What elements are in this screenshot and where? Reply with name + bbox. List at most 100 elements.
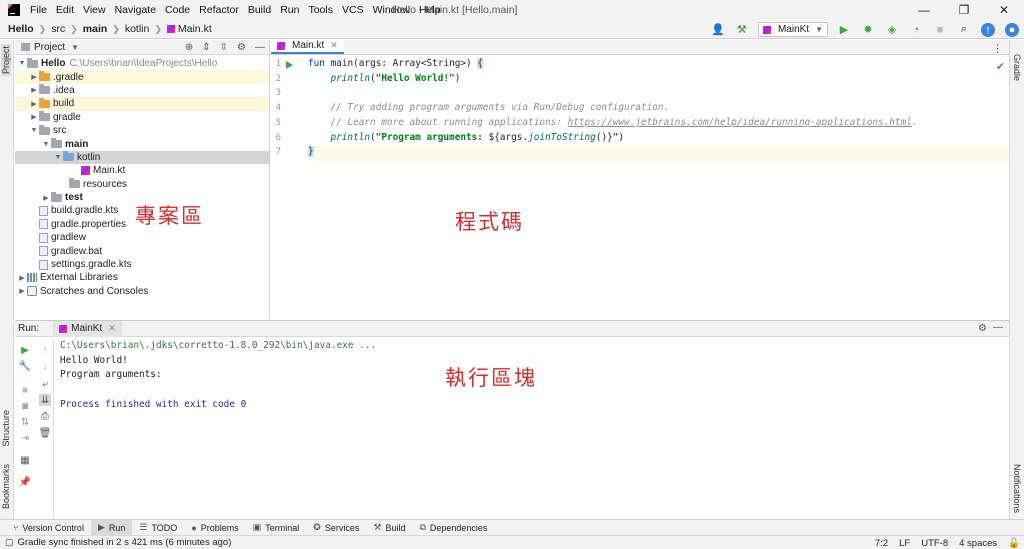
menu-view[interactable]: View <box>83 4 106 16</box>
minimize-button[interactable]: — <box>904 0 944 20</box>
wrench-icon[interactable]: 🔧 <box>19 360 31 372</box>
scroll-to-end-icon[interactable]: ⇊ <box>39 394 51 406</box>
stop-icon[interactable]: ■ <box>933 23 947 37</box>
menu-file[interactable]: File <box>30 4 47 16</box>
tree-item-hello[interactable]: ▼ Hello C:\Users\brian\IdeaProjects\Hello <box>15 57 269 70</box>
breadcrumb-item-main[interactable]: main <box>83 23 108 35</box>
tab-dependencies[interactable]: ⧉ Dependencies <box>412 520 494 536</box>
project-tool-tab[interactable]: Project <box>1 44 11 77</box>
run-tab-mainkt[interactable]: MainKt ✕ <box>53 320 122 337</box>
tab-services[interactable]: ✪ Services <box>306 520 366 536</box>
breadcrumb-item-main-kt[interactable]: Main.kt <box>178 23 212 35</box>
menu-edit[interactable]: Edit <box>56 4 74 16</box>
menu-run[interactable]: Run <box>280 4 299 16</box>
structure-tool-tab[interactable]: Structure <box>1 410 11 447</box>
editor-tab-main-kt[interactable]: Main.kt ✕ <box>271 39 344 54</box>
stop-icon[interactable]: ■ <box>19 384 31 396</box>
tree-item-idea[interactable]: ▶ .idea <box>15 84 269 97</box>
profile-icon[interactable]: ◔ <box>909 23 923 37</box>
hide-icon[interactable]: — <box>255 42 265 53</box>
close-icon[interactable]: ✕ <box>108 323 116 334</box>
line-separator[interactable]: LF <box>899 538 910 549</box>
locate-icon[interactable]: ⊕ <box>185 42 193 53</box>
search-icon[interactable]: ⌕ <box>957 23 971 37</box>
code-line-1: fun main(args: Array<String>) { <box>308 58 1009 73</box>
build-hammer-icon[interactable]: ⚒ <box>735 23 749 37</box>
tree-item-resources[interactable]: resources <box>15 178 269 191</box>
tab-build[interactable]: ⚒ Build <box>366 520 412 536</box>
menu-tools[interactable]: Tools <box>308 4 333 16</box>
menu-build[interactable]: Build <box>248 4 271 16</box>
down-arrow-icon[interactable]: ↓ <box>39 360 51 372</box>
caret-position[interactable]: 7:2 <box>875 538 888 549</box>
tab-terminal[interactable]: ▣ Terminal <box>246 520 307 536</box>
update-icon[interactable]: ↑ <box>981 22 995 37</box>
tree-item-gradle[interactable]: ▶ gradle <box>15 111 269 124</box>
console-output[interactable]: C:\Users\brian\.jdks\corretto-1.8.0_292\… <box>60 340 376 413</box>
tree-item-settings-gradle-kts[interactable]: settings.gradle.kts <box>15 258 269 271</box>
collapse-all-icon[interactable]: ⇳ <box>220 42 228 53</box>
tree-item-main[interactable]: ▼ main <box>15 137 269 150</box>
gear-icon[interactable]: ⚙ <box>237 42 246 53</box>
run-configuration-select[interactable]: MainKt ▼ <box>757 22 828 37</box>
tree-item-external-libraries[interactable]: ▶ External Libraries <box>15 271 269 284</box>
close-button[interactable]: ✕ <box>984 0 1024 20</box>
tree-item-main-kt[interactable]: Main.kt <box>15 164 269 177</box>
close-icon[interactable]: ✕ <box>330 40 338 51</box>
file-encoding[interactable]: UTF-8 <box>921 538 948 549</box>
right-tool-stripe: Gradle Notifications <box>1009 40 1024 519</box>
tree-item-src[interactable]: ▼ src <box>15 124 269 137</box>
jetbrains-logo-icon[interactable]: ● <box>1005 22 1019 37</box>
debug-icon[interactable]: ✹ <box>861 23 875 37</box>
hide-icon[interactable]: — <box>993 322 1003 333</box>
layout-icon[interactable]: ▦ <box>19 454 31 466</box>
tree-item-gradlew[interactable]: gradlew <box>15 231 269 244</box>
tab-run[interactable]: ▶ Run <box>90 519 133 536</box>
gear-icon[interactable]: ⚙ <box>978 323 987 334</box>
lock-icon[interactable]: 🔓 <box>1008 538 1020 549</box>
soft-wrap-icon[interactable]: ⤶ <box>39 378 51 390</box>
menu-refactor[interactable]: Refactor <box>199 4 239 16</box>
exit-icon[interactable]: ⇥ <box>19 432 31 444</box>
print-icon[interactable]: ⎙ <box>39 410 51 422</box>
kotlin-config-icon <box>762 25 771 34</box>
comment-link[interactable]: https://www.jetbrains.com/help/idea/runn… <box>568 117 912 128</box>
up-arrow-icon[interactable]: ↑ <box>39 344 51 356</box>
camera-icon[interactable]: ◙ <box>19 400 31 412</box>
status-message[interactable]: Gradle sync finished in 2 s 421 ms (6 mi… <box>18 537 232 548</box>
notifications-tool-tab[interactable]: Notifications <box>1012 464 1022 513</box>
breadcrumb-item-hello[interactable]: Hello <box>8 23 34 35</box>
bookmarks-tool-tab[interactable]: Bookmarks <box>1 464 11 509</box>
tab-todo[interactable]: ☰ TODO <box>132 520 184 536</box>
more-icon[interactable]: ⋮ <box>992 42 1003 55</box>
tree-item-gradle-dir[interactable]: ▶ .gradle <box>15 70 269 84</box>
maximize-button[interactable]: ❐ <box>944 0 984 20</box>
trash-icon[interactable]: 🗑 <box>39 427 52 439</box>
menu-vcs[interactable]: VCS <box>342 4 364 16</box>
dump-threads-icon[interactable]: ⇅ <box>19 416 31 428</box>
coverage-icon[interactable]: ◈ <box>885 23 899 37</box>
tree-item-gradlew-bat[interactable]: gradlew.bat <box>15 244 269 257</box>
chevron-down-icon[interactable]: ▼ <box>71 43 79 52</box>
tree-item-build[interactable]: ▶ build <box>15 97 269 111</box>
rerun-icon[interactable]: ▶ <box>19 344 31 356</box>
user-icon[interactable]: 👤 <box>711 23 725 37</box>
tab-version-control[interactable]: ⑂ Version Control <box>6 520 91 536</box>
tree-item-kotlin[interactable]: ▼ kotlin <box>15 150 269 165</box>
tree-item-scratches[interactable]: ▶ Scratches and Consoles <box>15 285 269 298</box>
indent-setting[interactable]: 4 spaces <box>959 538 997 549</box>
project-panel-title[interactable]: Project <box>34 42 65 53</box>
run-panel-header: Run: MainKt ✕ ⚙ — <box>15 320 1009 337</box>
status-window-icon[interactable]: ▢ <box>5 537 14 548</box>
run-gutter-icon[interactable] <box>286 61 293 69</box>
expand-all-icon[interactable]: ⇕ <box>202 42 210 53</box>
gradle-tool-tab[interactable]: Gradle <box>1012 54 1022 81</box>
menu-navigate[interactable]: Navigate <box>115 4 156 16</box>
run-icon[interactable]: ▶ <box>837 23 851 37</box>
chevron-right-icon: ▶ <box>31 100 37 108</box>
tab-problems[interactable]: ● Problems <box>184 520 245 536</box>
menu-code[interactable]: Code <box>165 4 190 16</box>
breadcrumb-item-src[interactable]: src <box>51 23 65 35</box>
pin-icon[interactable]: 📌 <box>19 476 31 488</box>
breadcrumb-item-kotlin[interactable]: kotlin <box>125 23 150 35</box>
